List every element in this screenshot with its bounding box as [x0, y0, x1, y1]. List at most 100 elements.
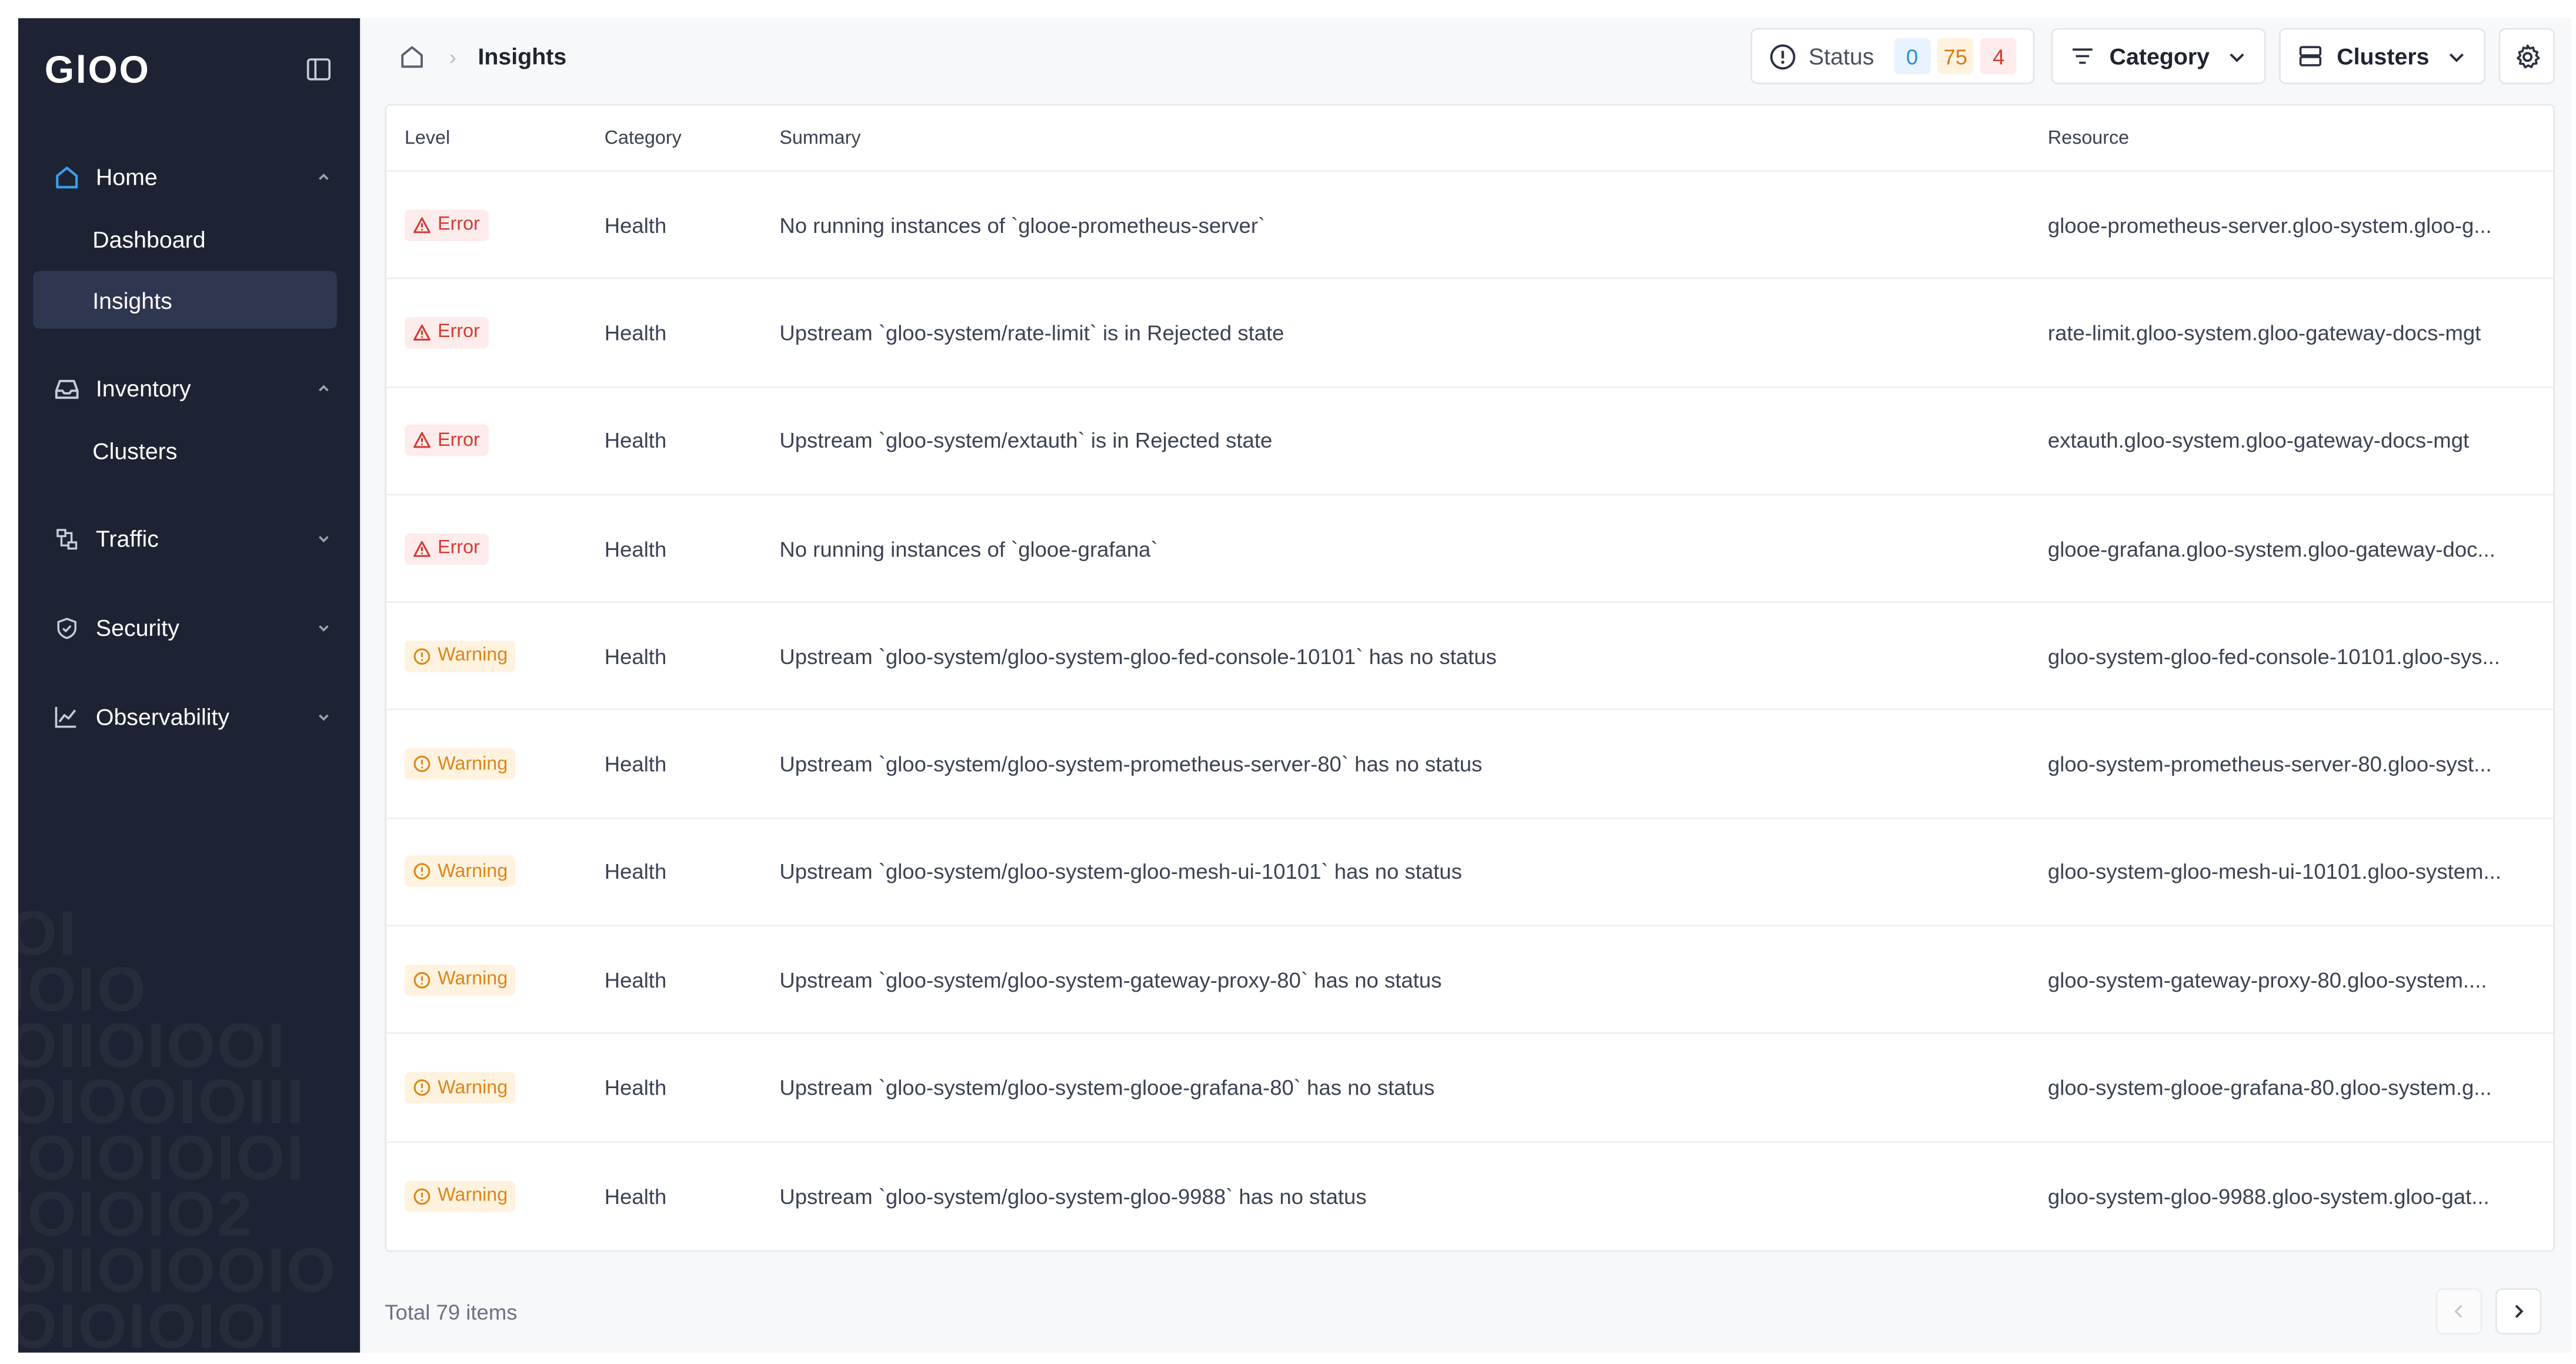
level-label: Warning — [438, 1078, 508, 1098]
resource-cell: gloo-system-gateway-proxy-80.gloo-system… — [2047, 967, 2487, 992]
insights-table: Level Category Summary Resource Error Hea… — [385, 104, 2555, 1252]
resource-cell: rate-limit.gloo-system.gloo-gateway-docs… — [2047, 320, 2481, 345]
app-window: OIIOIOOIIOIOOIOIOOIOIIIIOIOIOIOIIOIOIO2O… — [18, 18, 2572, 1353]
line-chart-icon — [51, 702, 81, 732]
category-cell: Health — [604, 967, 667, 992]
chevron-left-icon — [2454, 1305, 2462, 1318]
table-row[interactable]: Error Health Upstream `gloo-system/extauth… — [386, 388, 2554, 496]
category-cell: Health — [604, 536, 667, 561]
inbox-icon — [51, 373, 81, 403]
sidebar-item-dashboard[interactable]: Dashboard — [33, 210, 337, 268]
sidebar-item-label: Clusters — [92, 436, 178, 463]
table-row[interactable]: Error Health No running instances of `gloo… — [386, 495, 2554, 603]
nav-group-inventory: Inventory Clusters — [18, 358, 360, 479]
clusters-filter-label: Clusters — [2337, 43, 2430, 69]
sidebar-item-traffic[interactable]: Traffic — [18, 509, 360, 568]
alert-triangle-icon — [413, 432, 431, 450]
level-cell: Warning — [386, 856, 605, 888]
chevron-down-icon — [314, 618, 334, 638]
table-row[interactable]: Warning Health Upstream `gloo-system/gloo-… — [386, 927, 2554, 1035]
category-cell: Health — [604, 643, 667, 669]
sidebar-item-insights[interactable]: Insights — [33, 271, 337, 329]
level-cell: Warning — [386, 641, 605, 672]
previous-page-button[interactable] — [2435, 1288, 2482, 1335]
alert-circle-icon — [413, 1187, 431, 1205]
level-cell: Error — [386, 316, 605, 349]
resource-cell: gloo-system-prometheus-server-80.gloo-sy… — [2047, 751, 2492, 777]
sidebar-nav: Home Dashboard Insights Inventory Cluste… — [18, 121, 360, 746]
alert-circle-icon — [1770, 44, 1796, 69]
sidebar-collapse-button[interactable] — [304, 55, 334, 85]
shield-icon — [51, 613, 81, 643]
alert-circle-icon — [413, 863, 431, 881]
table-header-row: Level Category Summary Resource — [386, 106, 2554, 172]
error-badge: Error — [404, 209, 488, 241]
chevron-down-icon — [314, 707, 334, 727]
category-filter-dropdown[interactable]: Category — [2051, 28, 2266, 85]
sidebar-item-inventory[interactable]: Inventory — [18, 358, 360, 418]
status-filter-button[interactable]: Status 0 75 4 — [1750, 28, 2036, 85]
chevron-down-icon — [2230, 52, 2244, 62]
summary-cell: Upstream `gloo-system/gloo-system-gloo-f… — [779, 643, 1497, 669]
resource-cell: gloo-system-gloo-9988.gloo-system.gloo-g… — [2047, 1183, 2490, 1209]
table-row[interactable]: Error Health No running instances of `gloo… — [386, 172, 2554, 280]
total-items-count: Total 79 items — [385, 1299, 518, 1324]
sidebar: OIIOIOOIIOIOOIOIOOIOIIIIOIOIOIOIIOIOIO2O… — [18, 18, 361, 1353]
alert-triangle-icon — [413, 539, 431, 558]
resource-cell: gloo-system-gloo-fed-console-10101.gloo-… — [2047, 643, 2500, 669]
table-row[interactable]: Warning Health Upstream `gloo-system/gloo-… — [386, 1142, 2553, 1250]
alert-circle-icon — [413, 1079, 431, 1097]
breadcrumb-home-button[interactable] — [396, 41, 426, 71]
home-icon — [400, 45, 422, 67]
sidebar-item-label: Security — [95, 614, 179, 641]
column-header-category[interactable]: Category — [605, 128, 780, 148]
level-cell: Warning — [386, 1180, 605, 1212]
error-badge: Error — [404, 532, 488, 565]
column-header-level[interactable]: Level — [386, 128, 605, 148]
sidebar-item-home[interactable]: Home — [18, 147, 360, 206]
level-cell: Warning — [386, 964, 605, 996]
table-row[interactable]: Warning Health Upstream `gloo-system/gloo-… — [386, 1035, 2554, 1143]
sidebar-item-security[interactable]: Security — [18, 598, 360, 657]
alert-circle-icon — [413, 971, 431, 989]
table-row[interactable]: Warning Health Upstream `gloo-system/gloo-… — [386, 711, 2554, 819]
gear-icon — [2515, 44, 2540, 68]
category-cell: Health — [604, 320, 667, 345]
warning-badge: Warning — [404, 641, 516, 672]
level-cell: Error — [386, 425, 605, 456]
table-row[interactable]: Warning Health Upstream `gloo-system/gloo-… — [386, 819, 2554, 927]
level-label: Error — [438, 215, 480, 235]
status-count-error: 4 — [1980, 38, 2017, 75]
sidebar-toggle-icon — [306, 58, 331, 81]
column-header-resource[interactable]: Resource — [2048, 128, 2553, 148]
column-header-summary[interactable]: Summary — [779, 128, 2048, 148]
level-label: Error — [438, 322, 480, 343]
settings-button[interactable] — [2498, 28, 2555, 85]
summary-cell: No running instances of `glooe-prometheu… — [779, 212, 1266, 238]
sidebar-background-pattern: OIIOIOOIIOIOOIOIOOIOIIIIOIOIOIOIIOIOIO2O… — [18, 903, 360, 1353]
summary-cell: Upstream `gloo-system/gloo-system-glooe-… — [779, 1075, 1435, 1100]
level-label: Warning — [438, 1186, 508, 1206]
category-cell: Health — [604, 859, 667, 885]
summary-cell: No running instances of `glooe-grafana` — [779, 536, 1158, 561]
clusters-filter-dropdown[interactable]: Clusters — [2278, 28, 2486, 85]
warning-badge: Warning — [404, 748, 516, 780]
sidebar-item-label: Observability — [95, 703, 230, 731]
resource-cell: glooe-grafana.gloo-system.gloo-gateway-d… — [2047, 536, 2495, 561]
next-page-button[interactable] — [2495, 1288, 2542, 1335]
table-footer: Total 79 items — [385, 1286, 2542, 1336]
sidebar-item-observability[interactable]: Observability — [18, 687, 360, 746]
table-row[interactable]: Warning Health Upstream `gloo-system/gloo-… — [386, 603, 2554, 711]
level-label: Error — [438, 538, 480, 559]
resource-cell: gloo-system-glooe-grafana-80.gloo-system… — [2047, 1075, 2492, 1100]
alert-triangle-icon — [413, 324, 431, 342]
table-row[interactable]: Error Health Upstream `gloo-system/rate-li… — [386, 279, 2554, 388]
level-cell: Error — [386, 209, 605, 241]
summary-cell: Upstream `gloo-system/gloo-system-gloo-9… — [779, 1183, 1367, 1209]
table-body: Error Health No running instances of `gloo… — [386, 172, 2554, 1250]
chevron-down-icon — [314, 529, 334, 549]
chevron-down-icon — [2449, 52, 2464, 62]
sidebar-item-clusters[interactable]: Clusters — [33, 421, 337, 479]
category-cell: Health — [604, 751, 667, 777]
summary-cell: Upstream `gloo-system/gloo-system-gatewa… — [779, 967, 1442, 992]
